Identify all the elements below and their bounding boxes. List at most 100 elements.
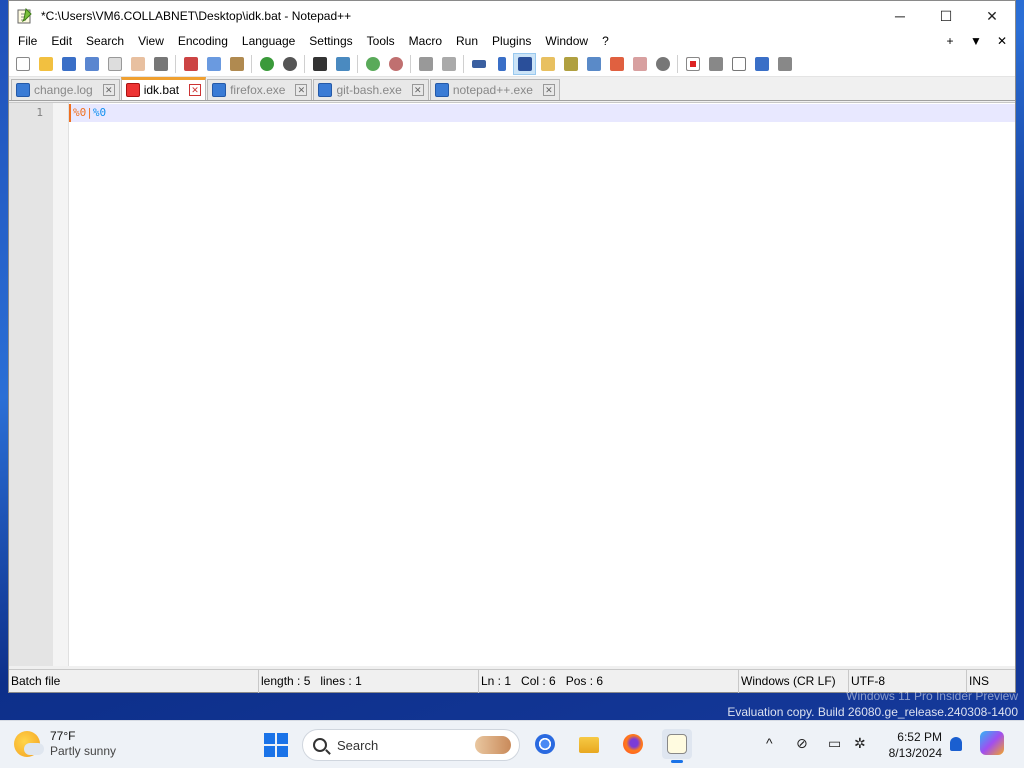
indent-guide-icon[interactable] <box>513 52 536 75</box>
udl-icon[interactable] <box>536 53 559 75</box>
run-macro-multiple-icon[interactable] <box>750 53 773 75</box>
search-icon <box>313 738 327 752</box>
tab-label: firefox.exe <box>230 83 286 97</box>
menu-view[interactable]: View <box>131 31 171 51</box>
menu-help[interactable]: ? <box>595 31 616 51</box>
save-macro-icon[interactable] <box>773 53 796 75</box>
tab-notepad-plus-plus-exe[interactable]: notepad++.exe ✕ <box>429 79 560 100</box>
close-file-icon[interactable] <box>103 53 126 75</box>
save-icon[interactable] <box>57 53 80 75</box>
network-disconnected-icon[interactable]: ⊘ <box>796 735 808 752</box>
tab-firefox-exe[interactable]: firefox.exe ✕ <box>207 79 313 100</box>
close-all-icon[interactable] <box>126 53 149 75</box>
menu-window[interactable]: Window <box>538 31 595 51</box>
document-list-icon[interactable] <box>582 53 605 75</box>
taskbar-file-explorer[interactable] <box>574 729 604 759</box>
redo-icon[interactable] <box>278 53 301 75</box>
code-line[interactable]: %0|%0 <box>69 104 1015 122</box>
open-file-icon[interactable] <box>34 53 57 75</box>
status-position: Ln : 1 Col : 6 Pos : 6 <box>479 669 739 693</box>
replace-icon[interactable] <box>331 53 354 75</box>
search-label: Search <box>337 737 379 753</box>
status-lines: lines : 1 <box>320 673 362 688</box>
play-macro-icon[interactable] <box>727 53 750 75</box>
tab-close-icon[interactable]: ✕ <box>189 84 202 96</box>
folder-workspace-icon[interactable] <box>628 53 651 75</box>
tab-label: git-bash.exe <box>336 83 402 97</box>
tab-git-bash-exe[interactable]: git-bash.exe ✕ <box>313 79 429 100</box>
display-icon[interactable]: ▭ <box>828 735 841 752</box>
file-modified-icon <box>125 83 140 97</box>
weather-widget[interactable]: 77°F Partly sunny <box>14 729 116 759</box>
function-list-icon[interactable] <box>605 53 628 75</box>
zoom-out-icon[interactable] <box>384 53 407 75</box>
fold-margin[interactable] <box>53 103 69 666</box>
title-bar[interactable]: *C:\Users\VM6.COLLABNET\Desktop\idk.bat … <box>9 1 1015 31</box>
status-col: Col : 6 <box>521 673 556 688</box>
notification-bell-icon[interactable] <box>950 737 962 751</box>
code-operator-token: %0| <box>73 106 93 119</box>
file-saved-icon <box>434 83 449 97</box>
word-wrap-icon[interactable] <box>467 53 490 75</box>
toolbar-separator <box>251 54 252 73</box>
paste-icon[interactable] <box>225 53 248 75</box>
maximize-button[interactable]: ☐ <box>923 1 969 31</box>
menu-settings[interactable]: Settings <box>302 31 359 51</box>
toolbar <box>9 51 1015 77</box>
taskbar-chrome[interactable] <box>530 729 560 759</box>
minimize-button[interactable]: ─ <box>877 1 923 31</box>
menu-file[interactable]: File <box>11 31 44 51</box>
windows-logo-icon <box>264 733 275 744</box>
taskbar-notepad-plus-plus[interactable] <box>662 729 692 763</box>
find-icon[interactable] <box>308 53 331 75</box>
editor-area[interactable]: 1 %0|%0 <box>9 102 1015 666</box>
tab-close-icon[interactable]: ✕ <box>542 84 555 96</box>
notepad-plus-plus-icon <box>667 734 687 754</box>
toolbar-separator <box>357 54 358 73</box>
menu-macro[interactable]: Macro <box>402 31 449 51</box>
copilot-icon[interactable] <box>980 731 1004 755</box>
cut-icon[interactable] <box>179 53 202 75</box>
tab-idk-bat[interactable]: idk.bat ✕ <box>120 77 207 100</box>
system-clock[interactable]: 6:52 PM 8/13/2024 <box>882 729 942 761</box>
tab-list-button[interactable]: ▼ <box>963 31 989 51</box>
taskbar-search[interactable]: Search <box>302 729 520 761</box>
monitoring-icon[interactable] <box>651 53 674 75</box>
menu-plugins[interactable]: Plugins <box>485 31 538 51</box>
firefox-icon <box>623 734 643 754</box>
menu-search[interactable]: Search <box>79 31 131 51</box>
menu-bar: File Edit Search View Encoding Language … <box>9 31 1015 51</box>
save-all-icon[interactable] <box>80 53 103 75</box>
document-map-icon[interactable] <box>559 53 582 75</box>
taskbar-firefox[interactable] <box>618 729 648 759</box>
code-text-area[interactable]: %0|%0 <box>69 103 1015 666</box>
menu-tools[interactable]: Tools <box>360 31 402 51</box>
language-ime-icon[interactable]: ✲ <box>854 735 866 752</box>
show-all-characters-icon[interactable] <box>490 53 513 75</box>
copy-icon[interactable] <box>202 53 225 75</box>
menu-edit[interactable]: Edit <box>44 31 79 51</box>
tab-change-log[interactable]: change.log ✕ <box>11 79 120 100</box>
tab-close-icon[interactable]: ✕ <box>295 84 308 96</box>
show-hidden-icons-chevron-icon[interactable]: ^ <box>766 735 773 751</box>
menu-encoding[interactable]: Encoding <box>171 31 235 51</box>
stop-macro-icon[interactable] <box>704 53 727 75</box>
undo-icon[interactable] <box>255 53 278 75</box>
sync-horizontal-icon[interactable] <box>437 53 460 75</box>
menu-language[interactable]: Language <box>235 31 302 51</box>
new-file-icon[interactable] <box>11 53 34 75</box>
zoom-in-icon[interactable] <box>361 53 384 75</box>
record-macro-icon[interactable] <box>681 53 704 75</box>
toolbar-separator <box>410 54 411 73</box>
start-button[interactable] <box>264 733 288 757</box>
close-button[interactable]: ✕ <box>969 1 1015 31</box>
print-icon[interactable] <box>149 53 172 75</box>
tab-close-icon[interactable]: ✕ <box>411 84 424 96</box>
new-tab-button[interactable]: + <box>937 31 963 51</box>
toolbar-separator <box>175 54 176 73</box>
close-tab-button[interactable]: ✕ <box>989 31 1015 51</box>
watermark-edition: Windows 11 Pro Insider Preview <box>846 689 1018 703</box>
sync-vertical-icon[interactable] <box>414 53 437 75</box>
tab-close-icon[interactable]: ✕ <box>102 84 115 96</box>
menu-run[interactable]: Run <box>449 31 485 51</box>
